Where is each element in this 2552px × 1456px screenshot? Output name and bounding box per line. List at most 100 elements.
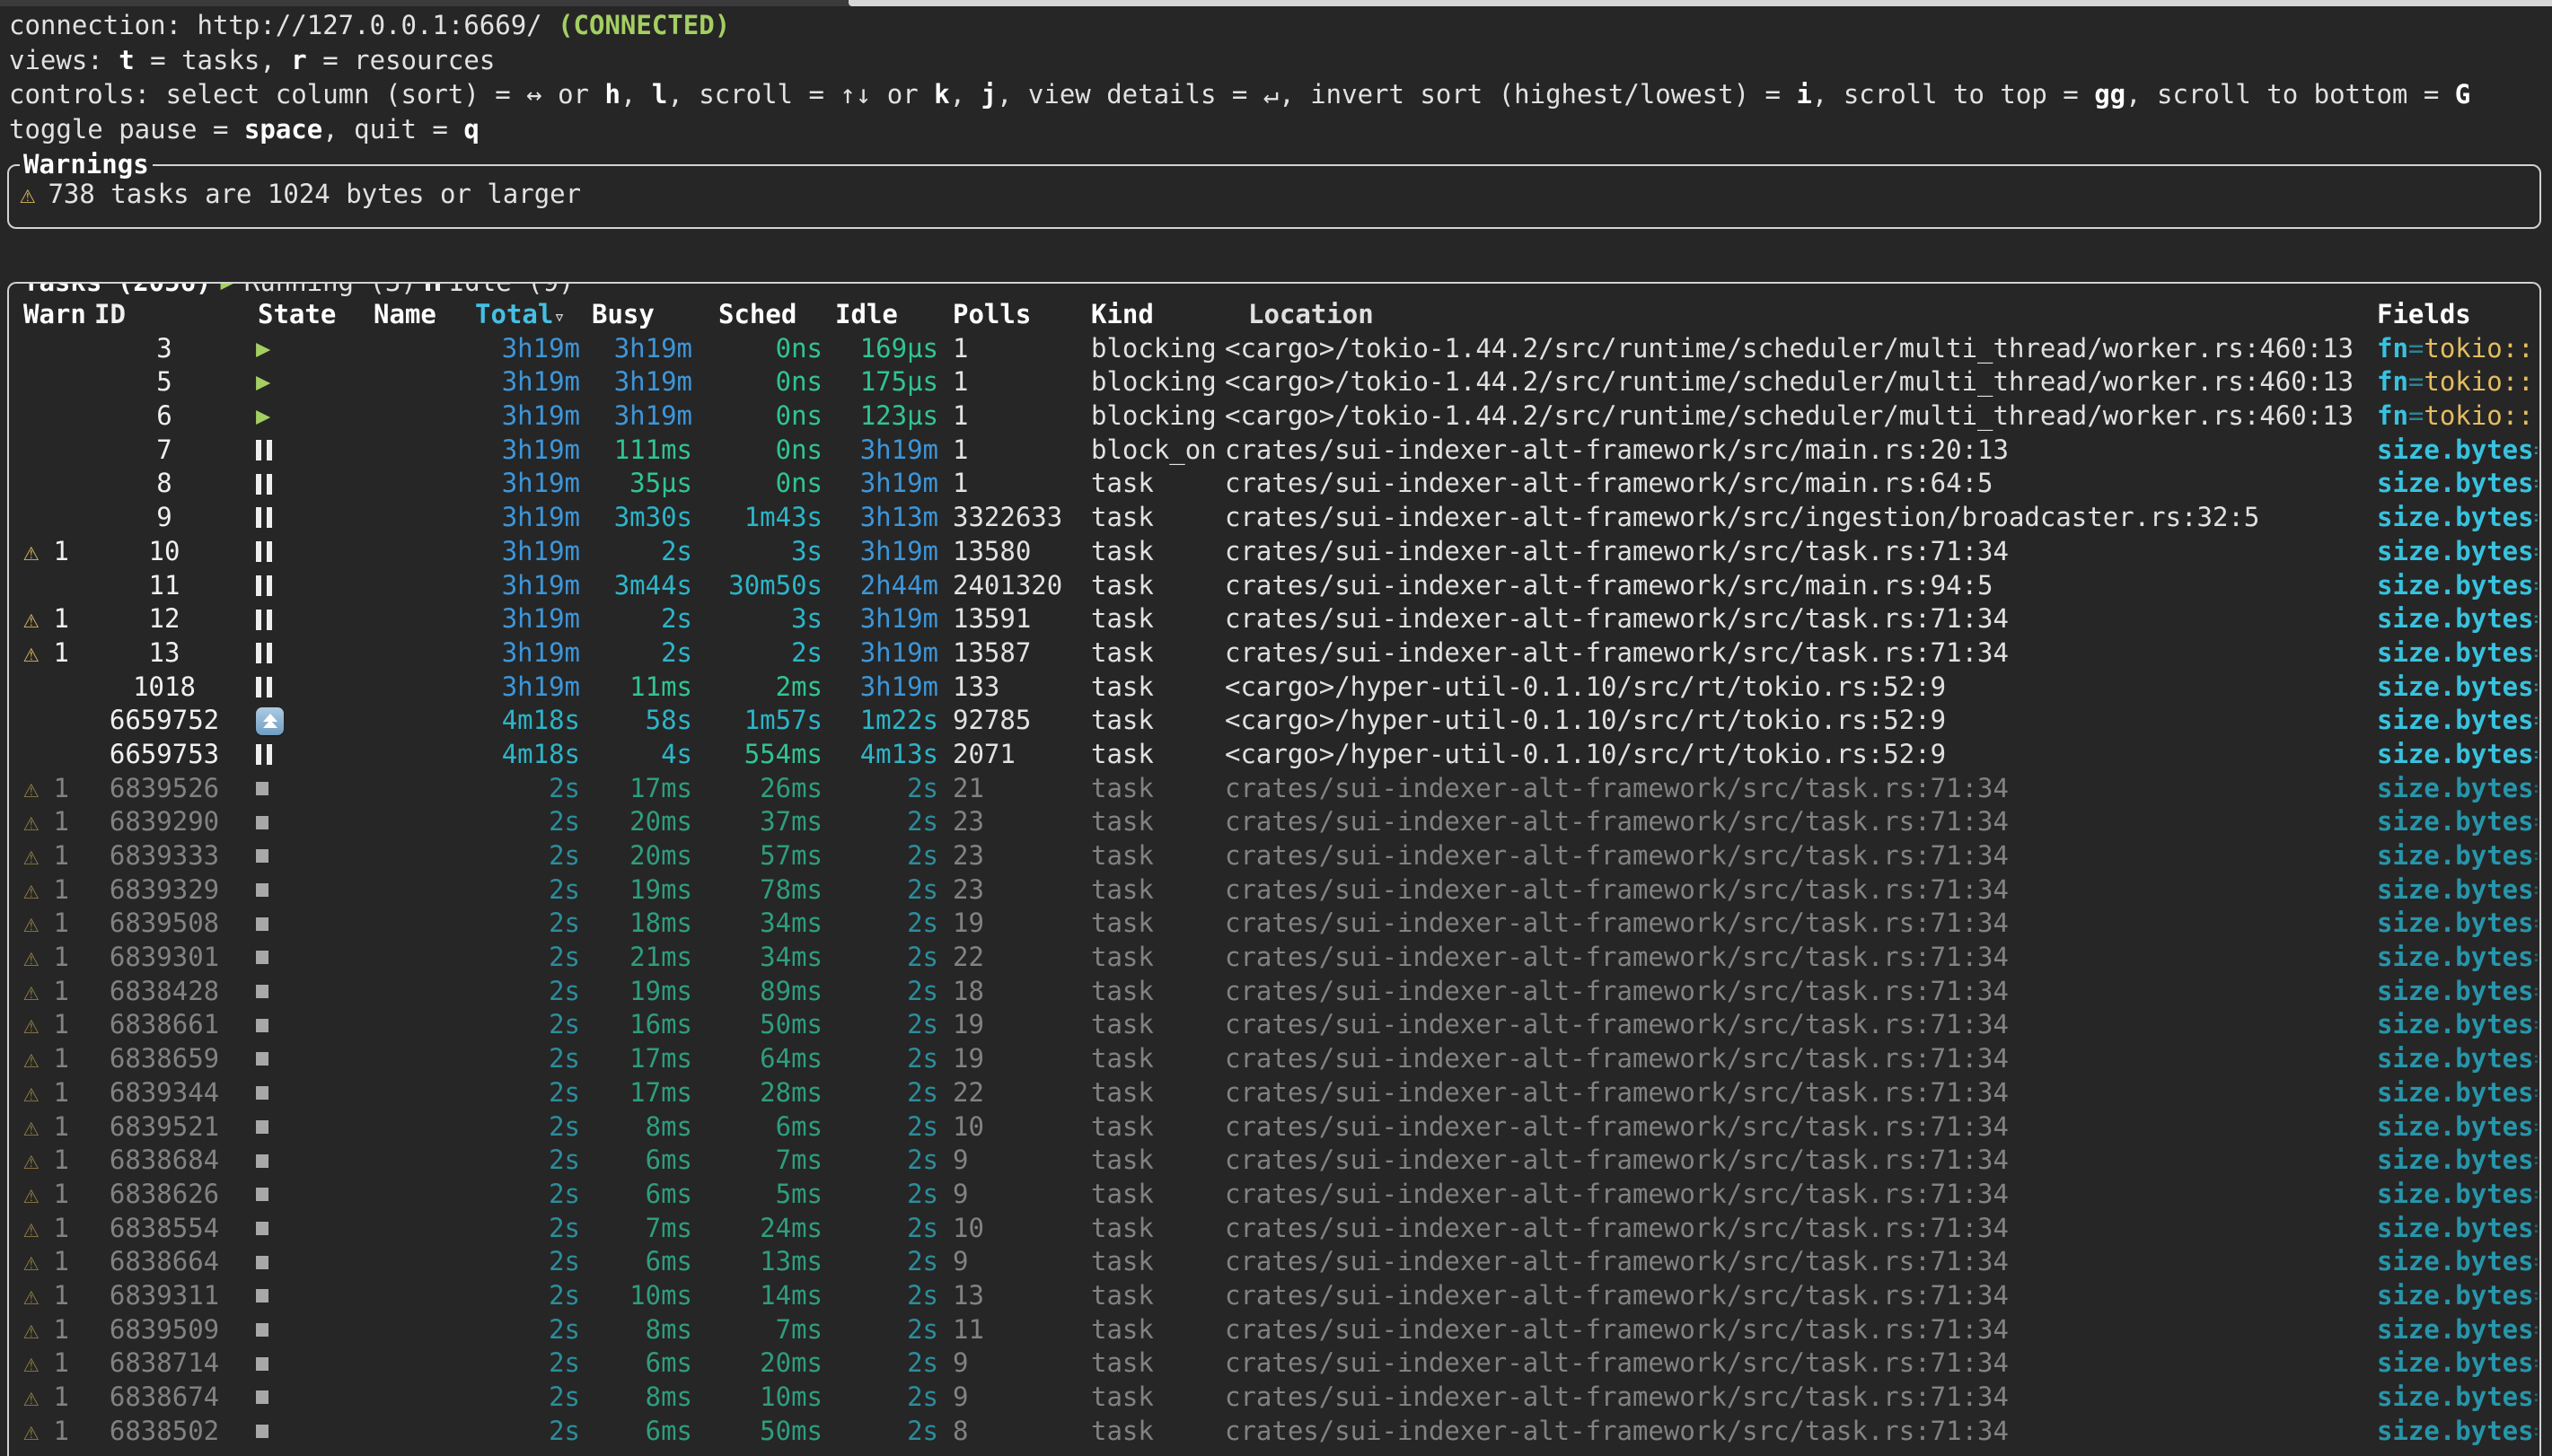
- sched-duration: 2ms: [776, 671, 823, 702]
- column-header-sched[interactable]: Sched: [696, 298, 826, 332]
- field-key: size.bytes: [2377, 1213, 2534, 1243]
- warnings-panel-title: Warnings: [20, 147, 153, 181]
- cell-polls: 9: [942, 1245, 1069, 1279]
- cell-name: [352, 1245, 453, 1279]
- task-row[interactable]: ⚠168393112s10ms14ms2s13taskcrates/sui-in…: [16, 1279, 2538, 1313]
- task-row[interactable]: 66597524m18s58s1m57s1m22s92785task<cargo…: [16, 704, 2538, 738]
- task-row[interactable]: ⚠168386262s6ms5ms2s9taskcrates/sui-index…: [16, 1178, 2538, 1212]
- cell-id: 6839329: [86, 873, 242, 908]
- cell-total: 3h19m: [453, 332, 584, 366]
- cell-polls: 18: [942, 975, 1069, 1009]
- cell-total: 3h19m: [453, 671, 584, 705]
- cell-total: 3h19m: [453, 569, 584, 603]
- cell-sched: 57ms: [696, 839, 826, 873]
- task-row[interactable]: 5▶3h19m3h19m0ns175µs1blocking<cargo>/tok…: [16, 365, 2538, 399]
- cell-location: crates/sui-indexer-alt-framework/src/tas…: [1225, 941, 2370, 975]
- completed-state-icon: [256, 917, 268, 931]
- task-row[interactable]: ⚠168385022s6ms50ms2s8taskcrates/sui-inde…: [16, 1415, 2538, 1449]
- column-header-idle[interactable]: Idle: [826, 298, 942, 332]
- column-header-total[interactable]: Total▿: [453, 298, 584, 332]
- column-header-state[interactable]: State: [242, 298, 352, 332]
- column-header-fields[interactable]: Fields: [2370, 298, 2538, 332]
- task-row[interactable]: ⚠168393012s21ms34ms2s22taskcrates/sui-in…: [16, 941, 2538, 975]
- task-row[interactable]: ⚠168387142s6ms20ms2s9taskcrates/sui-inde…: [16, 1346, 2538, 1381]
- cell-warn: ⚠1: [16, 535, 86, 569]
- task-row[interactable]: 73h19m111ms0ns3h19m1block_oncrates/sui-i…: [16, 434, 2538, 468]
- sched-duration: 3s: [791, 536, 823, 566]
- task-row[interactable]: ⚠168386592s17ms64ms2s19taskcrates/sui-in…: [16, 1042, 2538, 1076]
- sched-duration: 89ms: [760, 976, 823, 1006]
- warn-count: 1: [53, 536, 68, 566]
- field-key: size.bytes: [2377, 840, 2534, 871]
- total-duration: 3h19m: [502, 333, 580, 364]
- cell-location: crates/sui-indexer-alt-framework/src/tas…: [1225, 1381, 2370, 1415]
- task-row[interactable]: ⚠1133h19m2s2s3h19m13587taskcrates/sui-in…: [16, 636, 2538, 671]
- task-row[interactable]: ⚠168385542s7ms24ms2s10taskcrates/sui-ind…: [16, 1212, 2538, 1246]
- column-header-kind[interactable]: Kind: [1069, 298, 1225, 332]
- task-row[interactable]: ⚠168386612s16ms50ms2s19taskcrates/sui-in…: [16, 1008, 2538, 1042]
- field-key: fn: [2377, 366, 2408, 397]
- task-row[interactable]: 66597534m18s4s554ms4m13s2071task<cargo>/…: [16, 738, 2538, 772]
- task-row[interactable]: ⚠168395082s18ms34ms2s19taskcrates/sui-in…: [16, 907, 2538, 941]
- task-row[interactable]: ⚠168386742s8ms10ms2s9taskcrates/sui-inde…: [16, 1381, 2538, 1415]
- cell-location: crates/sui-indexer-alt-framework/src/mai…: [1225, 434, 2370, 468]
- task-row[interactable]: ⚠168395092s8ms7ms2s11taskcrates/sui-inde…: [16, 1313, 2538, 1347]
- task-row[interactable]: 113h19m3m44s30m50s2h44m2401320taskcrates…: [16, 569, 2538, 603]
- cell-location: <cargo>/hyper-util-0.1.10/src/rt/tokio.r…: [1225, 671, 2370, 705]
- warn-count: 1: [53, 840, 68, 871]
- total-duration: 2s: [549, 840, 580, 871]
- busy-duration: 18ms: [629, 908, 692, 938]
- task-row[interactable]: ⚠168392902s20ms37ms2s23taskcrates/sui-in…: [16, 805, 2538, 839]
- task-row[interactable]: ⚠1103h19m2s3s3h19m13580taskcrates/sui-in…: [16, 535, 2538, 569]
- cell-busy: 2s: [584, 602, 696, 636]
- column-header-id[interactable]: ID: [86, 298, 242, 332]
- warning-text: 738 tasks are 1024 bytes or larger: [48, 179, 581, 209]
- help-text: connection: http://127.0.0.1:6669/: [9, 10, 558, 40]
- column-header-location[interactable]: Location: [1225, 298, 2370, 332]
- field-equals: =: [2534, 840, 2538, 871]
- cell-idle: 1m22s: [826, 704, 942, 738]
- task-row[interactable]: ⚠168384282s19ms89ms2s18taskcrates/sui-in…: [16, 975, 2538, 1009]
- field-equals: =: [2534, 671, 2538, 702]
- task-row[interactable]: 10183h19m11ms2ms3h19m133task<cargo>/hype…: [16, 671, 2538, 705]
- cell-sched: 14ms: [696, 1279, 826, 1313]
- cell-total: 2s: [453, 839, 584, 873]
- cell-busy: 2s: [584, 636, 696, 671]
- busy-duration: 3h19m: [614, 333, 692, 364]
- field-equals: =: [2534, 1246, 2538, 1276]
- task-row[interactable]: 93h19m3m30s1m43s3h13m3322633taskcrates/s…: [16, 501, 2538, 535]
- field-key: size.bytes: [2377, 434, 2534, 465]
- task-row[interactable]: ⚠168386642s6ms13ms2s9taskcrates/sui-inde…: [16, 1245, 2538, 1279]
- field-key: size.bytes: [2377, 1111, 2534, 1142]
- task-row[interactable]: ⚠168393442s17ms28ms2s22taskcrates/sui-in…: [16, 1076, 2538, 1110]
- task-row[interactable]: ⚠168393292s19ms78ms2s23taskcrates/sui-in…: [16, 873, 2538, 908]
- task-row[interactable]: 6▶3h19m3h19m0ns123µs1blocking<cargo>/tok…: [16, 399, 2538, 434]
- sched-duration: 6ms: [776, 1111, 823, 1142]
- idle-duration: 2s: [907, 1246, 938, 1276]
- cell-location: crates/sui-indexer-alt-framework/src/tas…: [1225, 1346, 2370, 1381]
- cell-busy: 111ms: [584, 434, 696, 468]
- column-header-busy[interactable]: Busy: [584, 298, 696, 332]
- task-row[interactable]: ⚠1123h19m2s3s3h19m13591taskcrates/sui-in…: [16, 602, 2538, 636]
- cell-fields: size.bytes=: [2370, 1245, 2538, 1279]
- task-row[interactable]: ⚠168393332s20ms57ms2s23taskcrates/sui-in…: [16, 839, 2538, 873]
- task-row[interactable]: ⚠168395262s17ms26ms2s21taskcrates/sui-in…: [16, 772, 2538, 806]
- task-row[interactable]: 3▶3h19m3h19m0ns169µs1blocking<cargo>/tok…: [16, 332, 2538, 366]
- cell-state: [242, 1178, 352, 1212]
- cell-kind: task: [1069, 501, 1225, 535]
- task-row[interactable]: ⚠168386842s6ms7ms2s9taskcrates/sui-index…: [16, 1144, 2538, 1178]
- column-header-name[interactable]: Name: [352, 298, 453, 332]
- cell-busy: 17ms: [584, 772, 696, 806]
- completed-state-icon: [256, 1120, 268, 1134]
- sched-duration: 10ms: [760, 1381, 823, 1412]
- column-header-warn[interactable]: Warn: [16, 298, 86, 332]
- field-equals: =: [2534, 637, 2538, 668]
- cell-fields: size.bytes=: [2370, 873, 2538, 908]
- cell-idle: 2h44m: [826, 569, 942, 603]
- task-row[interactable]: 83h19m35µs0ns3h19m1taskcrates/sui-indexe…: [16, 467, 2538, 501]
- column-header-polls[interactable]: Polls: [942, 298, 1069, 332]
- cell-id: 6838659: [86, 1042, 242, 1076]
- cell-sched: 37ms: [696, 805, 826, 839]
- cell-fields: size.bytes=: [2370, 1279, 2538, 1313]
- task-row[interactable]: ⚠168395212s8ms6ms2s10taskcrates/sui-inde…: [16, 1110, 2538, 1145]
